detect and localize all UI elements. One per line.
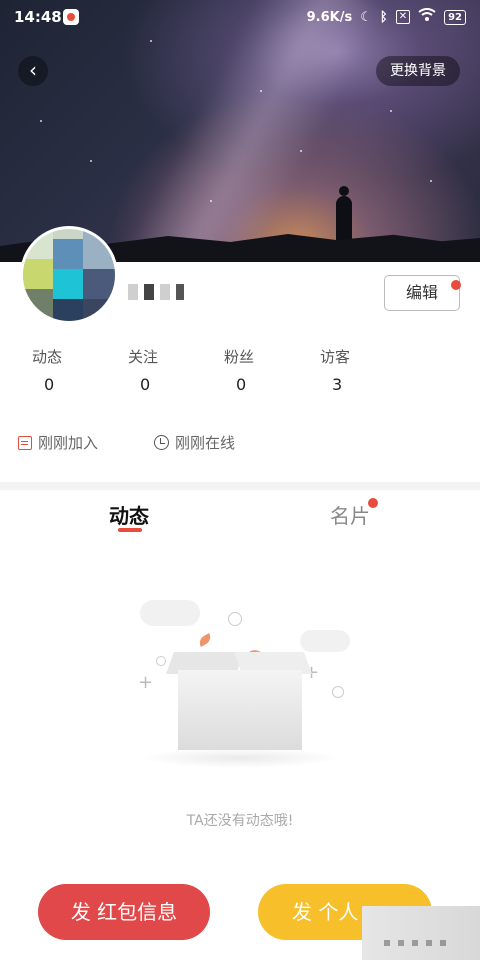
stat-posts[interactable]: 动态 0 xyxy=(32,346,92,394)
notification-dot xyxy=(368,498,378,508)
profile-background-image xyxy=(0,0,480,262)
clock-icon xyxy=(154,435,169,450)
moon-icon: ☾ xyxy=(360,9,372,25)
edit-label: 编辑 xyxy=(405,283,438,302)
status-bar: 14:48 9.6K/s ☾ ᛒ ✕ 92 xyxy=(0,0,480,34)
empty-box-illustration: + + xyxy=(120,590,360,780)
notification-dot xyxy=(451,280,461,290)
nickname-redacted xyxy=(128,284,184,300)
empty-state-message: TA还没有动态哦! xyxy=(186,813,294,829)
wifi-icon xyxy=(418,8,436,26)
edit-profile-button[interactable]: 编辑 xyxy=(384,275,461,311)
stat-following[interactable]: 关注 0 xyxy=(128,346,188,394)
stat-value: 3 xyxy=(332,375,343,394)
app-icon xyxy=(63,9,79,25)
stat-label: 动态 xyxy=(32,348,63,366)
stat-label: 关注 xyxy=(128,348,159,366)
overlay-watermark xyxy=(362,906,480,960)
tab-posts[interactable]: 动态 xyxy=(109,500,149,529)
online-info: 刚刚在线 xyxy=(154,432,235,453)
silhouette-figure xyxy=(336,186,352,242)
section-divider xyxy=(0,482,480,490)
stat-value: 0 xyxy=(44,375,55,394)
avatar[interactable] xyxy=(20,226,118,324)
tab-active-indicator xyxy=(118,528,142,532)
stat-value: 0 xyxy=(236,375,247,394)
tab-label: 动态 xyxy=(109,504,149,528)
network-speed: 9.6K/s xyxy=(306,9,353,25)
stat-fans[interactable]: 粉丝 0 xyxy=(224,346,284,394)
tab-business-card[interactable]: 名片 xyxy=(330,498,378,529)
change-background-button[interactable]: 更换背景 xyxy=(376,56,460,86)
bluetooth-icon: ᛒ xyxy=(379,9,388,25)
stat-value: 0 xyxy=(140,375,151,394)
sim-x-icon: ✕ xyxy=(395,10,411,24)
chevron-left-icon: ‹ xyxy=(29,58,37,82)
back-button[interactable]: ‹ xyxy=(18,56,48,86)
stat-label: 访客 xyxy=(320,348,351,366)
status-time: 14:48 xyxy=(14,8,62,26)
joined-info: 刚刚加入 xyxy=(18,432,98,453)
battery-icon: 92 xyxy=(444,9,466,25)
online-text: 刚刚在线 xyxy=(175,434,236,452)
joined-text: 刚刚加入 xyxy=(38,434,99,452)
post-red-packet-button[interactable]: 发 红包信息 xyxy=(38,884,210,940)
tab-label: 名片 xyxy=(330,504,370,528)
calendar-icon xyxy=(18,435,32,450)
stat-label: 粉丝 xyxy=(224,348,255,366)
status-icons: 9.6K/s ☾ ᛒ ✕ 92 xyxy=(307,8,466,26)
stat-visitors[interactable]: 访客 3 xyxy=(320,346,380,394)
